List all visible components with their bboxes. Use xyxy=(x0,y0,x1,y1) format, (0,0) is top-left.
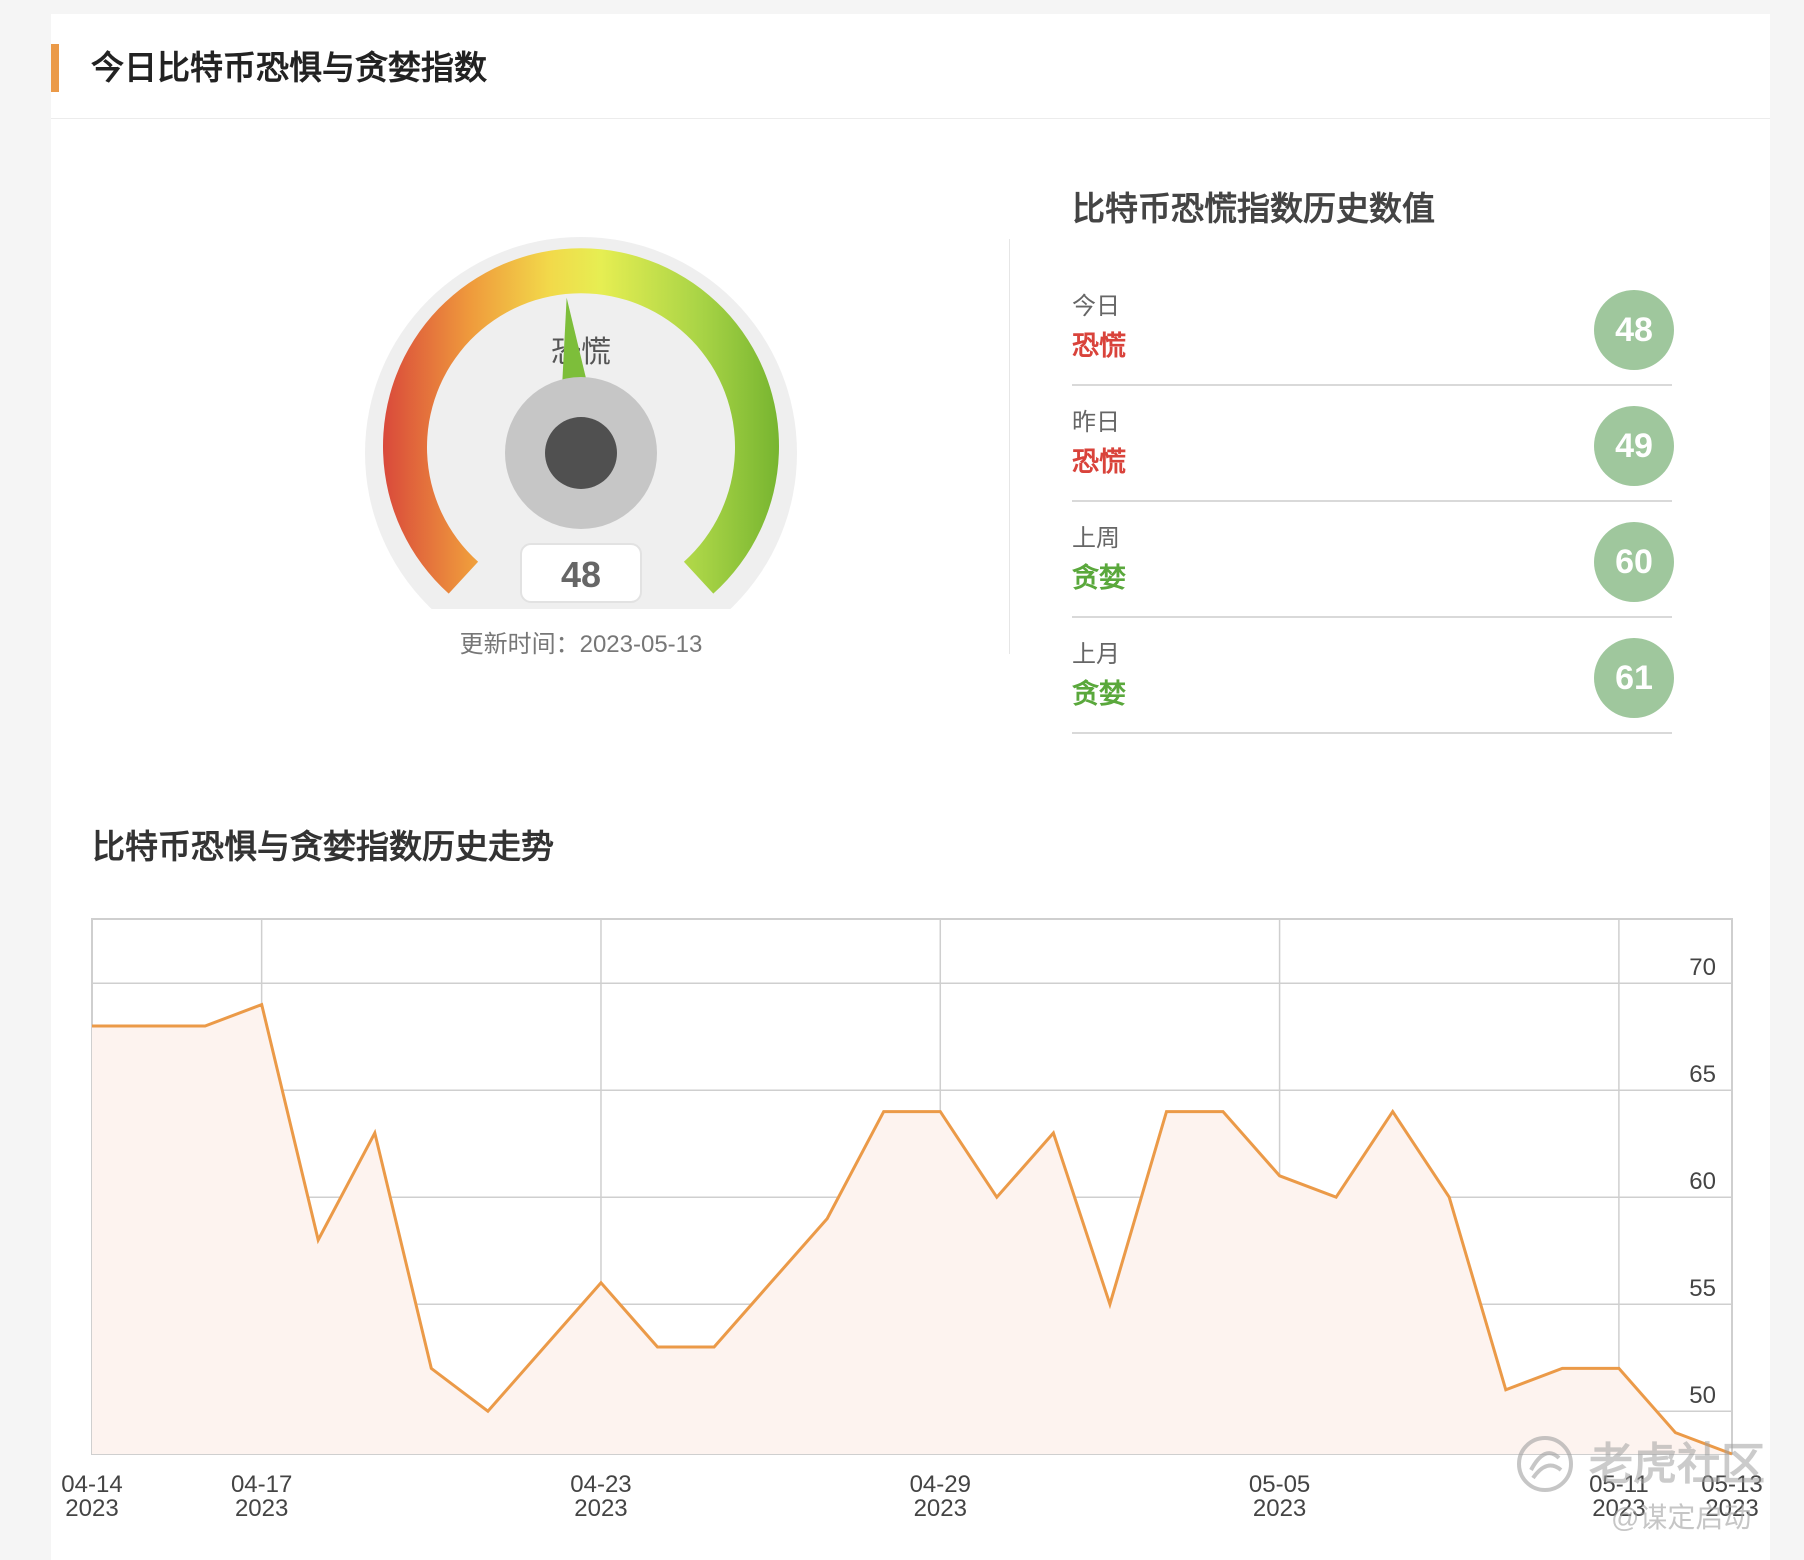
x-tick-label: 04-23 xyxy=(570,1471,631,1498)
y-tick-label: 50 xyxy=(1689,1382,1716,1409)
x-tick-year-label: 2023 xyxy=(574,1495,627,1522)
x-tick-year-label: 2023 xyxy=(235,1495,288,1522)
x-tick-year-label: 2023 xyxy=(914,1495,967,1522)
x-tick-year-label: 2023 xyxy=(1253,1495,1306,1522)
x-tick-year-label: 2023 xyxy=(65,1495,118,1522)
x-tick-label: 04-29 xyxy=(910,1471,971,1498)
watermark-logo-icon xyxy=(1517,1436,1573,1492)
y-tick-label: 65 xyxy=(1689,1061,1716,1088)
y-tick-label: 60 xyxy=(1689,1168,1716,1195)
y-tick-label: 55 xyxy=(1689,1275,1716,1302)
watermark-sub-text: @谋定启动 xyxy=(1611,1502,1752,1533)
x-tick-label: 04-14 xyxy=(61,1471,122,1498)
watermark: 老虎社区 @谋定启动 xyxy=(1515,1428,1775,1538)
x-tick-label: 05-05 xyxy=(1249,1471,1310,1498)
x-tick-label: 04-17 xyxy=(231,1471,292,1498)
y-tick-label: 70 xyxy=(1689,954,1716,981)
watermark-main-text: 老虎社区 xyxy=(1589,1440,1765,1489)
trend-chart: 505560657004-14202304-17202304-23202304-… xyxy=(61,918,1763,1522)
